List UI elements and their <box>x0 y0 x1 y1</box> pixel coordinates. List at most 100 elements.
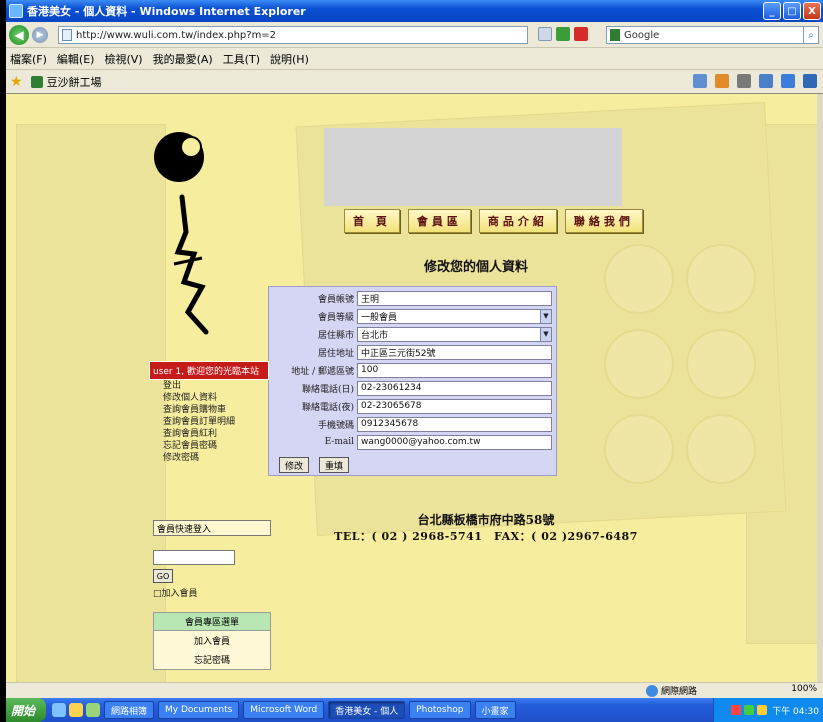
sidebar-item-password[interactable]: 修改密碼 <box>149 452 269 464</box>
tray-icon[interactable] <box>757 705 768 715</box>
member-menu-forgot[interactable]: 忘記密碼 <box>154 650 270 669</box>
tab-title: 豆沙餅工場 <box>46 75 102 89</box>
select-value: 台北市 <box>361 330 389 341</box>
submit-button[interactable]: 修改 <box>279 457 310 473</box>
bg-circle <box>686 244 756 314</box>
zone-label: 網際網路 <box>661 687 698 697</box>
taskbar-item[interactable]: 小畫家 <box>474 701 516 719</box>
field-label: 手機號碼 <box>317 420 354 431</box>
taskbar-item[interactable]: Microsoft Word <box>243 701 325 719</box>
home-icon[interactable] <box>693 74 707 88</box>
bg-circle <box>604 414 674 484</box>
forward-arrow-icon[interactable]: ▶ <box>32 26 48 43</box>
site-logo[interactable] <box>154 132 209 335</box>
maximize-button[interactable]: □ <box>783 2 801 20</box>
member-menu-header: 會員專區選單 <box>154 613 270 631</box>
sidebar-item-cart[interactable]: 查詢會員購物車 <box>149 404 269 416</box>
ie-icon <box>9 4 23 18</box>
menu-edit[interactable]: 編輯(E) <box>57 51 95 67</box>
print-icon[interactable] <box>737 74 751 88</box>
address-field[interactable]: 中正區三元街52號 <box>357 344 552 360</box>
menu-help[interactable]: 說明(H) <box>270 51 309 67</box>
vertical-scrollbar[interactable] <box>817 94 823 682</box>
nav-products-button[interactable]: 商品介紹 <box>478 209 557 233</box>
sidebar-item-profile[interactable]: 修改個人資料 <box>149 392 269 404</box>
nav-member-button[interactable]: 會員區 <box>407 209 471 233</box>
bg-circle <box>686 414 756 484</box>
back-arrow-icon[interactable]: ◀ <box>9 24 29 45</box>
sidebar-item-bonus[interactable]: 查詢會員紅利 <box>149 428 269 440</box>
field-label: 會員等級 <box>317 312 354 323</box>
zip-field[interactable]: 100 <box>357 362 552 378</box>
day-phone-field[interactable]: 02-23061234 <box>357 380 552 396</box>
desktop-launch-icon[interactable] <box>86 703 100 717</box>
search-icon[interactable]: ⌕ <box>803 26 819 44</box>
taskbar-item-active[interactable]: 香港美女 - 個人 <box>328 701 406 719</box>
feeds-icon[interactable] <box>715 74 729 88</box>
form-row: 居住地址 中正區三元街52號 <box>273 344 552 360</box>
mobile-field[interactable]: 0912345678 <box>357 416 552 432</box>
email-field[interactable]: wang0000@yahoo.com.tw <box>357 434 552 450</box>
footer-phone: TEL：( 02 ) 2968-5741 FAX：( 02 )2967-6487 <box>334 530 638 543</box>
select-value: 一般會員 <box>361 312 398 323</box>
tray-icon[interactable] <box>744 705 755 715</box>
nav-home-button[interactable]: 首 頁 <box>344 209 400 233</box>
login-input[interactable] <box>153 550 235 565</box>
footer-address: 台北縣板橋市府中路58號 <box>417 513 555 527</box>
sidebar-item-logout[interactable]: 登出 <box>149 380 269 392</box>
reset-button[interactable]: 重填 <box>319 457 350 473</box>
page-tab[interactable]: 豆沙餅工場 <box>30 74 102 90</box>
zoom-level[interactable]: 100% <box>791 684 817 694</box>
minimize-button[interactable]: _ <box>763 2 781 20</box>
screen-edge <box>0 0 6 722</box>
favorites-bar: ★ 豆沙餅工場 <box>6 70 823 94</box>
close-button[interactable]: X <box>803 2 821 20</box>
folder-launch-icon[interactable] <box>69 703 83 717</box>
window-title-bar[interactable]: 香港美女 - 個人資料 - Windows Internet Explorer … <box>6 0 823 22</box>
page-menu-icon[interactable] <box>759 74 773 88</box>
globe-icon <box>646 684 658 697</box>
bg-circle <box>604 329 674 399</box>
menu-favorites[interactable]: 我的最愛(A) <box>153 51 213 67</box>
nav-contact-button[interactable]: 聯絡我們 <box>564 209 643 233</box>
member-level-select[interactable]: 一般會員 ▼ <box>357 308 552 324</box>
google-icon <box>610 29 620 41</box>
login-go-button[interactable]: GO <box>153 569 173 583</box>
help-menu-icon[interactable] <box>803 74 817 88</box>
taskbar-item[interactable]: 網路相簿 <box>104 701 155 719</box>
menu-bar: 檔案(F) 編輯(E) 檢視(V) 我的最愛(A) 工具(T) 說明(H) <box>6 48 823 70</box>
sidebar-item-orders[interactable]: 查詢會員訂單明細 <box>149 416 269 428</box>
taskbar-item[interactable]: Photoshop <box>409 701 471 719</box>
tray-icon[interactable] <box>731 705 742 715</box>
window-controls: _ □ X <box>763 2 821 20</box>
search-input[interactable]: Google <box>606 26 806 44</box>
city-select[interactable]: 台北市 ▼ <box>357 326 552 342</box>
screen: 香港美女 - 個人資料 - Windows Internet Explorer … <box>0 0 823 722</box>
address-bar: ◀ ▶ http://www.wuli.com.tw/index.php?m=2… <box>6 22 823 48</box>
night-phone-field[interactable]: 02-23065678 <box>357 398 552 414</box>
field-label: E-mail <box>324 437 354 447</box>
start-button[interactable]: 開始 <box>0 698 46 722</box>
chevron-down-icon: ▼ <box>540 309 551 323</box>
sidebar-item-forgot[interactable]: 忘記會員密碼 <box>149 440 269 452</box>
taskbar: 開始 網路相簿 My Documents Microsoft Word 香港美女… <box>0 698 823 722</box>
stop-icon[interactable] <box>574 27 588 41</box>
account-field[interactable]: 王明 <box>357 290 552 306</box>
bg-panel-left <box>16 124 166 682</box>
favorites-star-icon[interactable]: ★ <box>10 74 23 90</box>
url-input[interactable]: http://www.wuli.com.tw/index.php?m=2 <box>58 26 528 44</box>
refresh-icon[interactable] <box>556 27 570 41</box>
url-text: http://www.wuli.com.tw/index.php?m=2 <box>76 29 277 41</box>
clock[interactable]: 下午 04:30 <box>772 704 819 717</box>
ie-launch-icon[interactable] <box>52 703 66 717</box>
join-member-link[interactable]: □加入會員 <box>153 586 271 599</box>
member-menu: 會員專區選單 加入會員 忘記密碼 <box>153 612 271 670</box>
menu-file[interactable]: 檔案(F) <box>10 51 47 67</box>
member-menu-join[interactable]: 加入會員 <box>154 631 270 650</box>
taskbar-item[interactable]: My Documents <box>158 701 240 719</box>
menu-tools[interactable]: 工具(T) <box>223 51 260 67</box>
page-footer: 台北縣板橋市府中路58號 TEL：( 02 ) 2968-5741 FAX：( … <box>316 511 656 544</box>
tools-menu-icon[interactable] <box>781 74 795 88</box>
dropdown-icon[interactable] <box>538 27 552 41</box>
menu-view[interactable]: 檢視(V) <box>104 51 142 67</box>
